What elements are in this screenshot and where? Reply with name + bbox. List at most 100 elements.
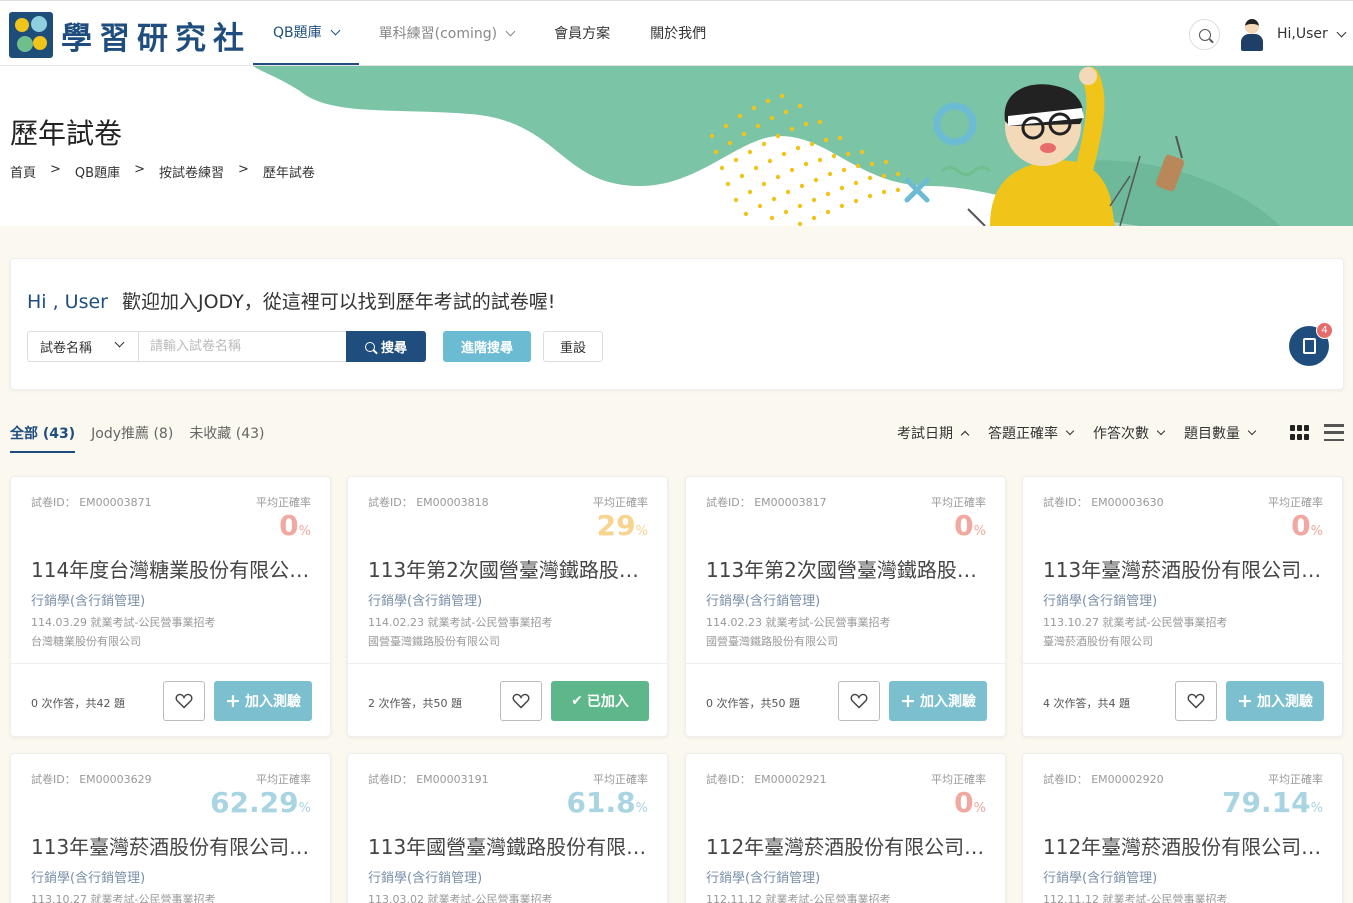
- chevron-down-icon: [505, 26, 516, 36]
- exam-card[interactable]: 試卷ID： EM00003871 平均正確率 0% 114年度台灣糖業股份有限公司… 行…: [10, 476, 331, 737]
- chevron-down-icon: [1156, 426, 1166, 436]
- exam-subject: 行銷學(含行銷管理): [706, 594, 821, 609]
- exam-title[interactable]: 113年臺灣菸酒股份有限公司…: [1043, 554, 1323, 583]
- nav-item-membership[interactable]: 會員方案: [534, 1, 630, 65]
- nav-item-subject-practice[interactable]: 單科練習(coming): [359, 1, 534, 65]
- accuracy-value: 29%: [596, 509, 648, 542]
- accuracy-label: 平均正確率: [931, 773, 986, 786]
- exam-title[interactable]: 112年臺灣菸酒股份有限公司…: [706, 831, 986, 860]
- accuracy-value: 79.14%: [1222, 786, 1323, 819]
- exam-card[interactable]: 試卷ID： EM00002921 平均正確率 0% 112年臺灣菸酒股份有限公司… 行銷…: [685, 753, 1006, 903]
- nav-item-qb[interactable]: QB題庫: [253, 1, 359, 65]
- page-title: 歷年試卷: [10, 117, 123, 150]
- favorite-button[interactable]: [163, 681, 205, 721]
- exam-id: 試卷ID： EM00002921: [706, 773, 827, 786]
- count-badge: 4: [1316, 322, 1333, 339]
- accuracy-label: 平均正確率: [256, 773, 311, 786]
- check-icon: ✔: [571, 693, 583, 709]
- hero-banner: 歷年試卷 首頁 > QB題庫 > 按試卷練習 > 歷年試卷: [0, 66, 1353, 226]
- nav-item-label: 會員方案: [554, 26, 611, 42]
- accuracy-label: 平均正確率: [1268, 496, 1323, 509]
- exam-card[interactable]: 試卷ID： EM00003818 平均正確率 29% 113年第2次國營臺灣鐵路股… 行…: [347, 476, 668, 737]
- percent-sign: %: [298, 801, 311, 816]
- list-view-icon[interactable]: [1324, 424, 1344, 441]
- user-menu[interactable]: Hi,User: [1237, 17, 1347, 51]
- attempt-count: 2 次作答，共50 題: [368, 697, 462, 710]
- documents-icon: [1298, 335, 1316, 355]
- user-greeting: Hi,User: [1277, 26, 1328, 42]
- tab-uncollected[interactable]: 未收藏 (43): [189, 423, 264, 453]
- chevron-down-icon: [114, 337, 125, 348]
- search-button[interactable]: [1189, 19, 1220, 50]
- sort-label: 答題正確率: [988, 426, 1058, 442]
- chevron-down-icon: [1247, 426, 1257, 436]
- sort-exam-date[interactable]: 考試日期: [897, 423, 970, 443]
- advanced-search-button[interactable]: 進階搜尋: [443, 331, 531, 362]
- attempt-count: 0 次作答，共42 題: [31, 697, 125, 710]
- brand-logo[interactable]: 學習研究社: [9, 11, 251, 59]
- exam-date-category: 113.10.27 就業考試-公民營事業招考: [1043, 616, 1228, 629]
- added-button[interactable]: ✔ 已加入: [551, 681, 649, 721]
- exam-id: 試卷ID： EM00003629: [31, 773, 152, 786]
- favorite-button[interactable]: [1175, 681, 1217, 721]
- chevron-up-icon: [960, 430, 970, 439]
- search-submit-button[interactable]: 搜尋: [346, 331, 426, 362]
- percent-sign: %: [298, 524, 311, 539]
- favorite-button[interactable]: [838, 681, 880, 721]
- attempt-count: 0 次作答，共50 題: [706, 697, 800, 710]
- exam-card[interactable]: 試卷ID： EM00003191 平均正確率 61.8% 113年國營臺灣鐵路股份有限…: [347, 753, 668, 903]
- exam-title[interactable]: 113年第2次國營臺灣鐵路股…: [706, 554, 986, 583]
- tab-jody-recommend[interactable]: Jody推薦 (8): [91, 423, 173, 453]
- button-label: 加入測驗: [244, 694, 301, 710]
- percent-sign: %: [973, 524, 986, 539]
- accuracy-value: 0%: [954, 509, 986, 542]
- percent-sign: %: [973, 801, 986, 816]
- exam-title[interactable]: 112年臺灣菸酒股份有限公司…: [1043, 831, 1323, 860]
- sort-bar: 考試日期 答題正確率 作答次數 題目數量: [897, 423, 1275, 443]
- nav-item-about[interactable]: 關於我們: [630, 1, 726, 65]
- reset-button[interactable]: 重設: [543, 331, 603, 362]
- add-to-test-button[interactable]: + 加入測驗: [889, 681, 987, 721]
- exam-date-category: 112.11.12 就業考試-公民營事業招考: [706, 893, 891, 903]
- accuracy-value: 0%: [954, 786, 986, 819]
- breadcrumb-by-exam[interactable]: 按試卷練習: [159, 162, 224, 181]
- breadcrumb-separator: >: [50, 162, 61, 177]
- exam-card[interactable]: 試卷ID： EM00003629 平均正確率 62.29% 113年臺灣菸酒股份有限公…: [10, 753, 331, 903]
- exam-title[interactable]: 113年第2次國營臺灣鐵路股…: [368, 554, 648, 583]
- search-field-select[interactable]: 試卷名稱: [27, 331, 139, 362]
- chevron-down-icon: [1336, 27, 1347, 37]
- sort-attempts[interactable]: 作答次數: [1093, 423, 1166, 443]
- exam-title[interactable]: 114年度台灣糖業股份有限公司…: [31, 554, 311, 583]
- sort-accuracy[interactable]: 答題正確率: [988, 423, 1075, 443]
- breadcrumb-qb[interactable]: QB題庫: [75, 162, 120, 181]
- filter-tabs: 全部 (43) Jody推薦 (8) 未收藏 (43): [10, 423, 281, 453]
- favorite-button[interactable]: [500, 681, 542, 721]
- accuracy-value: 0%: [279, 509, 311, 542]
- greeting-name: Hi , User: [27, 291, 108, 313]
- plus-icon: +: [900, 689, 916, 712]
- exam-subject: 行銷學(含行銷管理): [706, 871, 821, 886]
- search-panel: Hi , User 歡迎加入JODY，從這裡可以找到歷年考試的試卷喔! 試卷名稱 …: [10, 258, 1344, 390]
- tab-all[interactable]: 全部 (43): [10, 423, 76, 453]
- search-input[interactable]: [138, 331, 347, 362]
- exam-id: 試卷ID： EM00003191: [368, 773, 489, 786]
- exam-title[interactable]: 113年臺灣菸酒股份有限公司…: [31, 831, 311, 860]
- exam-card[interactable]: 試卷ID： EM00003817 平均正確率 0% 113年第2次國營臺灣鐵路股… 行銷…: [685, 476, 1006, 737]
- greeting: Hi , User 歡迎加入JODY，從這裡可以找到歷年考試的試卷喔!: [27, 287, 555, 314]
- breadcrumb-separator: >: [238, 162, 249, 177]
- button-label: 已加入: [586, 694, 629, 710]
- button-label: 加入測驗: [1256, 694, 1313, 710]
- exam-subject: 行銷學(含行銷管理): [368, 594, 483, 609]
- breadcrumb-home[interactable]: 首頁: [10, 162, 36, 181]
- sort-question-count[interactable]: 題目數量: [1184, 423, 1257, 443]
- percent-sign: %: [1310, 524, 1323, 539]
- exam-card[interactable]: 試卷ID： EM00002920 平均正確率 79.14% 112年臺灣菸酒股份有限公…: [1022, 753, 1343, 903]
- exam-card[interactable]: 試卷ID： EM00003630 平均正確率 0% 113年臺灣菸酒股份有限公司… 行銷…: [1022, 476, 1343, 737]
- grid-view-icon[interactable]: [1290, 425, 1309, 440]
- add-to-test-button[interactable]: + 加入測驗: [1226, 681, 1324, 721]
- accuracy-label: 平均正確率: [593, 496, 648, 509]
- heart-icon: [175, 693, 193, 709]
- add-to-test-button[interactable]: + 加入測驗: [214, 681, 312, 721]
- exam-title[interactable]: 113年國營臺灣鐵路股份有限…: [368, 831, 648, 860]
- exam-date-category: 114.02.23 就業考試-公民營事業招考: [706, 616, 891, 629]
